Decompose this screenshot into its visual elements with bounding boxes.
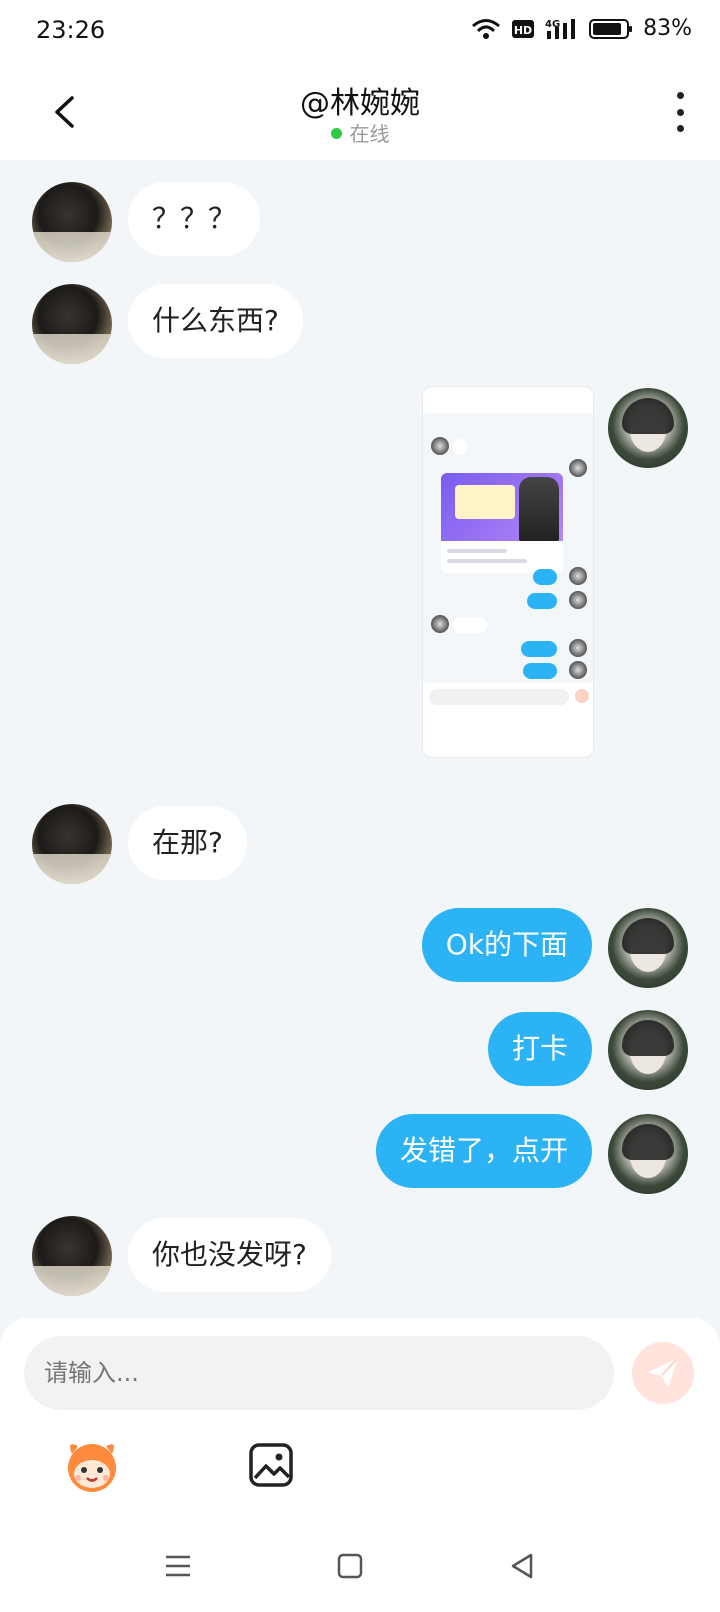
thumbnail-bubble bbox=[527, 593, 557, 609]
triangle-back-icon bbox=[511, 1553, 533, 1579]
home-nav-button[interactable] bbox=[328, 1544, 372, 1588]
message-bubble-outgoing[interactable]: 发错了，点开 bbox=[375, 1114, 592, 1188]
hd-icon: HD bbox=[512, 19, 535, 38]
battery-percentage: 83% bbox=[643, 16, 692, 41]
more-options-button[interactable] bbox=[668, 92, 692, 132]
thumbnail-avatar bbox=[569, 661, 587, 679]
thumbnail-avatar bbox=[569, 591, 587, 609]
my-avatar[interactable] bbox=[608, 388, 688, 468]
contact-name: @林婉婉 bbox=[300, 86, 420, 121]
thumbnail-card-figure bbox=[519, 477, 559, 541]
menu-icon bbox=[166, 1555, 190, 1577]
thumbnail-avatar bbox=[431, 437, 449, 455]
image-button[interactable] bbox=[246, 1440, 296, 1490]
status-time: 23:26 bbox=[36, 16, 106, 44]
thumbnail-line bbox=[447, 549, 507, 553]
my-avatar[interactable] bbox=[608, 1114, 688, 1194]
thumbnail-bubble bbox=[523, 663, 557, 679]
online-status-label: 在线 bbox=[349, 122, 390, 146]
image-icon bbox=[249, 1443, 293, 1487]
thumbnail-composer bbox=[423, 683, 593, 757]
thumbnail-avatar bbox=[431, 615, 449, 633]
menu-nav-button[interactable] bbox=[156, 1544, 200, 1588]
image-thumbnail-header bbox=[423, 387, 593, 413]
more-dot-icon bbox=[676, 125, 684, 132]
my-avatar[interactable] bbox=[608, 908, 688, 988]
message-bubble-incoming[interactable]: 你也没发呀? bbox=[128, 1218, 331, 1292]
thumbnail-send bbox=[575, 689, 589, 703]
mascot-sticker-icon bbox=[68, 1444, 116, 1492]
contact-avatar[interactable] bbox=[32, 804, 112, 884]
message-image[interactable] bbox=[422, 386, 594, 758]
chat-header: @林婉婉 在线 bbox=[0, 64, 720, 160]
thumbnail-avatar bbox=[569, 567, 587, 585]
wifi-icon bbox=[472, 18, 501, 39]
online-status: 在线 bbox=[0, 118, 720, 147]
svg-text:HD: HD bbox=[514, 24, 532, 37]
thumbnail-bubble bbox=[533, 569, 557, 585]
message-bubble-incoming[interactable]: ？？？ bbox=[128, 182, 261, 256]
status-icons: HD 4G 83% bbox=[471, 16, 692, 41]
signal-4g-icon: 4G bbox=[545, 18, 576, 39]
thumbnail-avatar bbox=[569, 639, 587, 657]
system-nav-bar bbox=[0, 1522, 720, 1612]
thumbnail-avatar bbox=[569, 459, 587, 477]
my-avatar[interactable] bbox=[608, 1010, 688, 1090]
square-icon bbox=[337, 1553, 363, 1579]
contact-avatar[interactable] bbox=[32, 182, 112, 262]
status-bar: 23:26 HD 4G 83% bbox=[0, 0, 720, 64]
thumbnail-card bbox=[441, 473, 563, 573]
send-icon bbox=[649, 1359, 677, 1387]
back-nav-button[interactable] bbox=[500, 1544, 544, 1588]
message-bubble-outgoing[interactable]: Ok的下面 bbox=[421, 908, 592, 982]
more-dot-icon bbox=[676, 92, 684, 99]
message-input[interactable] bbox=[24, 1336, 614, 1410]
thumbnail-bubble bbox=[453, 439, 467, 455]
thumbnail-field bbox=[429, 689, 569, 705]
message-bubble-incoming[interactable]: 在那? bbox=[128, 806, 247, 880]
battery-icon bbox=[589, 18, 633, 39]
contact-avatar[interactable] bbox=[32, 284, 112, 364]
online-dot-icon bbox=[330, 128, 342, 139]
thumbnail-line bbox=[447, 559, 527, 563]
contact-avatar[interactable] bbox=[32, 1216, 112, 1296]
thumbnail-bubble bbox=[521, 641, 557, 657]
thumbnail-card-label bbox=[455, 485, 515, 519]
message-bubble-outgoing[interactable]: 打卡 bbox=[487, 1012, 592, 1086]
message-bubble-incoming[interactable]: 什么东西? bbox=[128, 284, 303, 358]
thumbnail-bubble bbox=[453, 617, 487, 633]
sticker-button[interactable] bbox=[62, 1436, 122, 1496]
more-dot-icon bbox=[676, 108, 684, 116]
send-button[interactable] bbox=[632, 1342, 694, 1404]
